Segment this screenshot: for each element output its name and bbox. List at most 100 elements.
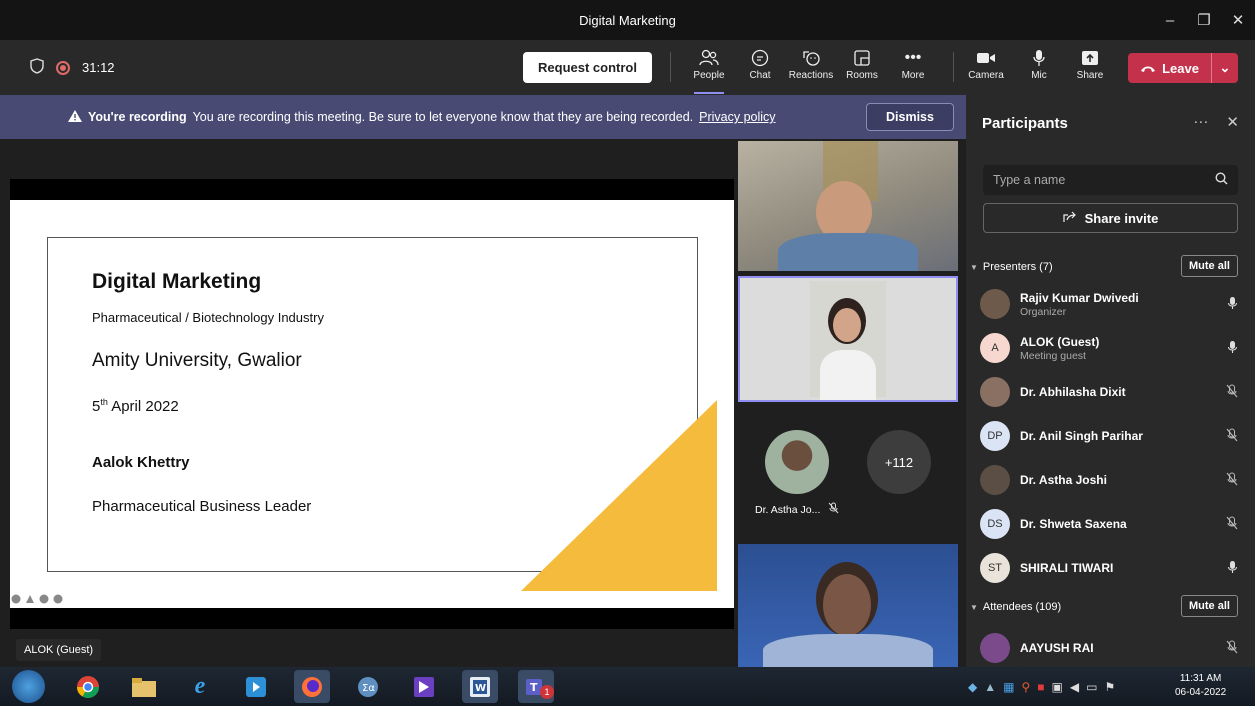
close-window-button[interactable]: ✕ (1221, 0, 1255, 40)
recording-banner: You're recording You are recording this … (0, 95, 966, 139)
share-button[interactable]: Share (1067, 46, 1113, 90)
chat-icon (751, 46, 769, 70)
mic-off-icon[interactable] (1222, 516, 1242, 533)
maximize-button[interactable]: ❐ (1187, 0, 1221, 40)
tray-photos-icon[interactable]: ▦ (1003, 680, 1014, 694)
search-icon[interactable] (1215, 172, 1228, 188)
participant-name: Dr. Abhilasha Dixit (1020, 385, 1126, 399)
mic-label: Mic (1031, 70, 1047, 81)
participant-row[interactable]: Dr. Astha Joshi (980, 460, 1242, 500)
avatar: DS (980, 509, 1010, 539)
close-icon[interactable]: ✕ (1226, 113, 1239, 131)
participant-row[interactable]: Rajiv Kumar Dwivedi Organizer (980, 284, 1242, 324)
participant-face (833, 308, 861, 342)
participant-row[interactable]: A ALOK (Guest) Meeting guest (980, 328, 1242, 368)
mic-icon[interactable] (1222, 340, 1242, 357)
panel-more-icon[interactable]: ··· (1193, 113, 1208, 131)
slide-navigation-controls[interactable] (11, 594, 67, 607)
video-tile-organizer[interactable] (738, 141, 958, 271)
chat-label: Chat (749, 70, 771, 81)
share-invite-label: Share invite (1084, 210, 1159, 226)
mute-all-presenters-button[interactable]: Mute all (1181, 255, 1238, 277)
mic-off-icon[interactable] (1222, 472, 1242, 489)
presenters-section-header[interactable]: ▼ Presenters (7) Mute all (970, 255, 1250, 279)
clock-date: 06-04-2022 (1175, 687, 1227, 698)
participant-row[interactable]: ST SHIRALI TIWARI (980, 548, 1242, 588)
tray-pdf-icon[interactable]: ■ (1037, 680, 1044, 694)
mic-icon[interactable] (1222, 296, 1242, 313)
privacy-policy-link[interactable]: Privacy policy (699, 110, 775, 124)
search-input[interactable] (993, 173, 1215, 187)
start-button-icon[interactable] (12, 670, 45, 703)
participant-info: ALOK (Guest) Meeting guest (1020, 335, 1222, 362)
participant-avatar[interactable] (765, 430, 829, 494)
action-center-flag-icon[interactable]: ⚑ (1104, 680, 1115, 694)
chrome-icon[interactable] (70, 670, 106, 703)
participant-name: Dr. Shweta Saxena (1020, 517, 1127, 531)
chat-button[interactable]: Chat (737, 46, 783, 90)
network-icon[interactable]: ▭ (1086, 680, 1097, 694)
share-icon (1081, 46, 1099, 70)
avatar-initials: A (991, 342, 999, 354)
video-tile-speaker[interactable] (738, 276, 958, 402)
participant-body (778, 233, 918, 271)
panel-title: Participants (982, 115, 1068, 132)
tray-network-icon[interactable]: ▲ (984, 680, 996, 694)
participant-info: SHIRALI TIWARI (1020, 561, 1222, 575)
participant-row[interactable]: DP Dr. Anil Singh Parihar (980, 416, 1242, 456)
tray-search-icon[interactable]: ⚲ (1021, 680, 1030, 694)
participant-search[interactable] (983, 165, 1238, 195)
share-invite-button[interactable]: Share invite (983, 203, 1238, 233)
media-player-icon[interactable] (238, 670, 274, 703)
firefox-icon[interactable] (294, 670, 330, 703)
people-icon (699, 46, 719, 70)
slide-date-rest: April 2022 (107, 398, 179, 415)
mic-icon[interactable] (1222, 560, 1242, 577)
teams-icon[interactable]: T 1 (518, 670, 554, 703)
word-icon[interactable]: W (462, 670, 498, 703)
tray-device-icon[interactable]: ▣ (1052, 680, 1063, 694)
request-control-button[interactable]: Request control (523, 52, 652, 83)
attendees-section-header[interactable]: ▼ Attendees (109) Mute all (970, 595, 1250, 619)
rooms-label: Rooms (846, 70, 878, 81)
participant-row[interactable]: Dr. Abhilasha Dixit (980, 372, 1242, 412)
leave-main[interactable]: Leave (1128, 53, 1212, 83)
participant-name: Dr. Anil Singh Parihar (1020, 429, 1143, 443)
tray-app-icon[interactable]: ◆ (968, 680, 977, 694)
internet-explorer-icon[interactable]: e (182, 670, 218, 703)
dismiss-button[interactable]: Dismiss (866, 103, 954, 131)
slide-date: 5th April 2022 (92, 397, 179, 415)
more-button[interactable]: ••• More (890, 46, 936, 90)
mic-button[interactable]: Mic (1016, 46, 1062, 90)
volume-icon[interactable]: ◀ (1070, 680, 1079, 694)
system-clock[interactable]: 11:31 AM 06-04-2022 (1175, 672, 1226, 700)
reactions-label: Reactions (788, 70, 834, 81)
participant-row[interactable]: AAYUSH RAI (980, 628, 1242, 668)
rooms-button[interactable]: Rooms (839, 46, 885, 90)
mute-all-attendees-button[interactable]: Mute all (1181, 595, 1238, 617)
leave-button[interactable]: Leave ⌄ (1128, 53, 1238, 83)
reactions-button[interactable]: Reactions (788, 46, 834, 90)
toolbar-divider (670, 52, 671, 82)
mic-off-icon[interactable] (1222, 384, 1242, 401)
calculator-icon[interactable]: Σα (350, 670, 386, 703)
file-explorer-icon[interactable] (126, 670, 162, 703)
more-participants-button[interactable]: +112 (867, 430, 931, 494)
window-title: Digital Marketing (579, 12, 676, 28)
mic-off-icon[interactable] (1222, 428, 1242, 445)
participant-body (763, 634, 933, 667)
shield-icon (30, 58, 44, 77)
people-button[interactable]: People (686, 46, 732, 94)
mic-off-icon[interactable] (1222, 640, 1242, 657)
recording-text: You are recording this meeting. Be sure … (192, 110, 694, 124)
minimize-button[interactable]: – (1153, 0, 1187, 40)
participant-info: AAYUSH RAI (1020, 641, 1222, 655)
avatar: ST (980, 553, 1010, 583)
video-tile-presenter[interactable] (738, 544, 958, 667)
participant-info: Rajiv Kumar Dwivedi Organizer (1020, 291, 1222, 318)
camera-button[interactable]: Camera (963, 46, 1009, 90)
chevron-down-icon[interactable]: ⌄ (1212, 60, 1238, 76)
power-automate-icon[interactable] (406, 670, 442, 703)
window-controls: – ❐ ✕ (1153, 0, 1255, 40)
participant-row[interactable]: DS Dr. Shweta Saxena (980, 504, 1242, 544)
